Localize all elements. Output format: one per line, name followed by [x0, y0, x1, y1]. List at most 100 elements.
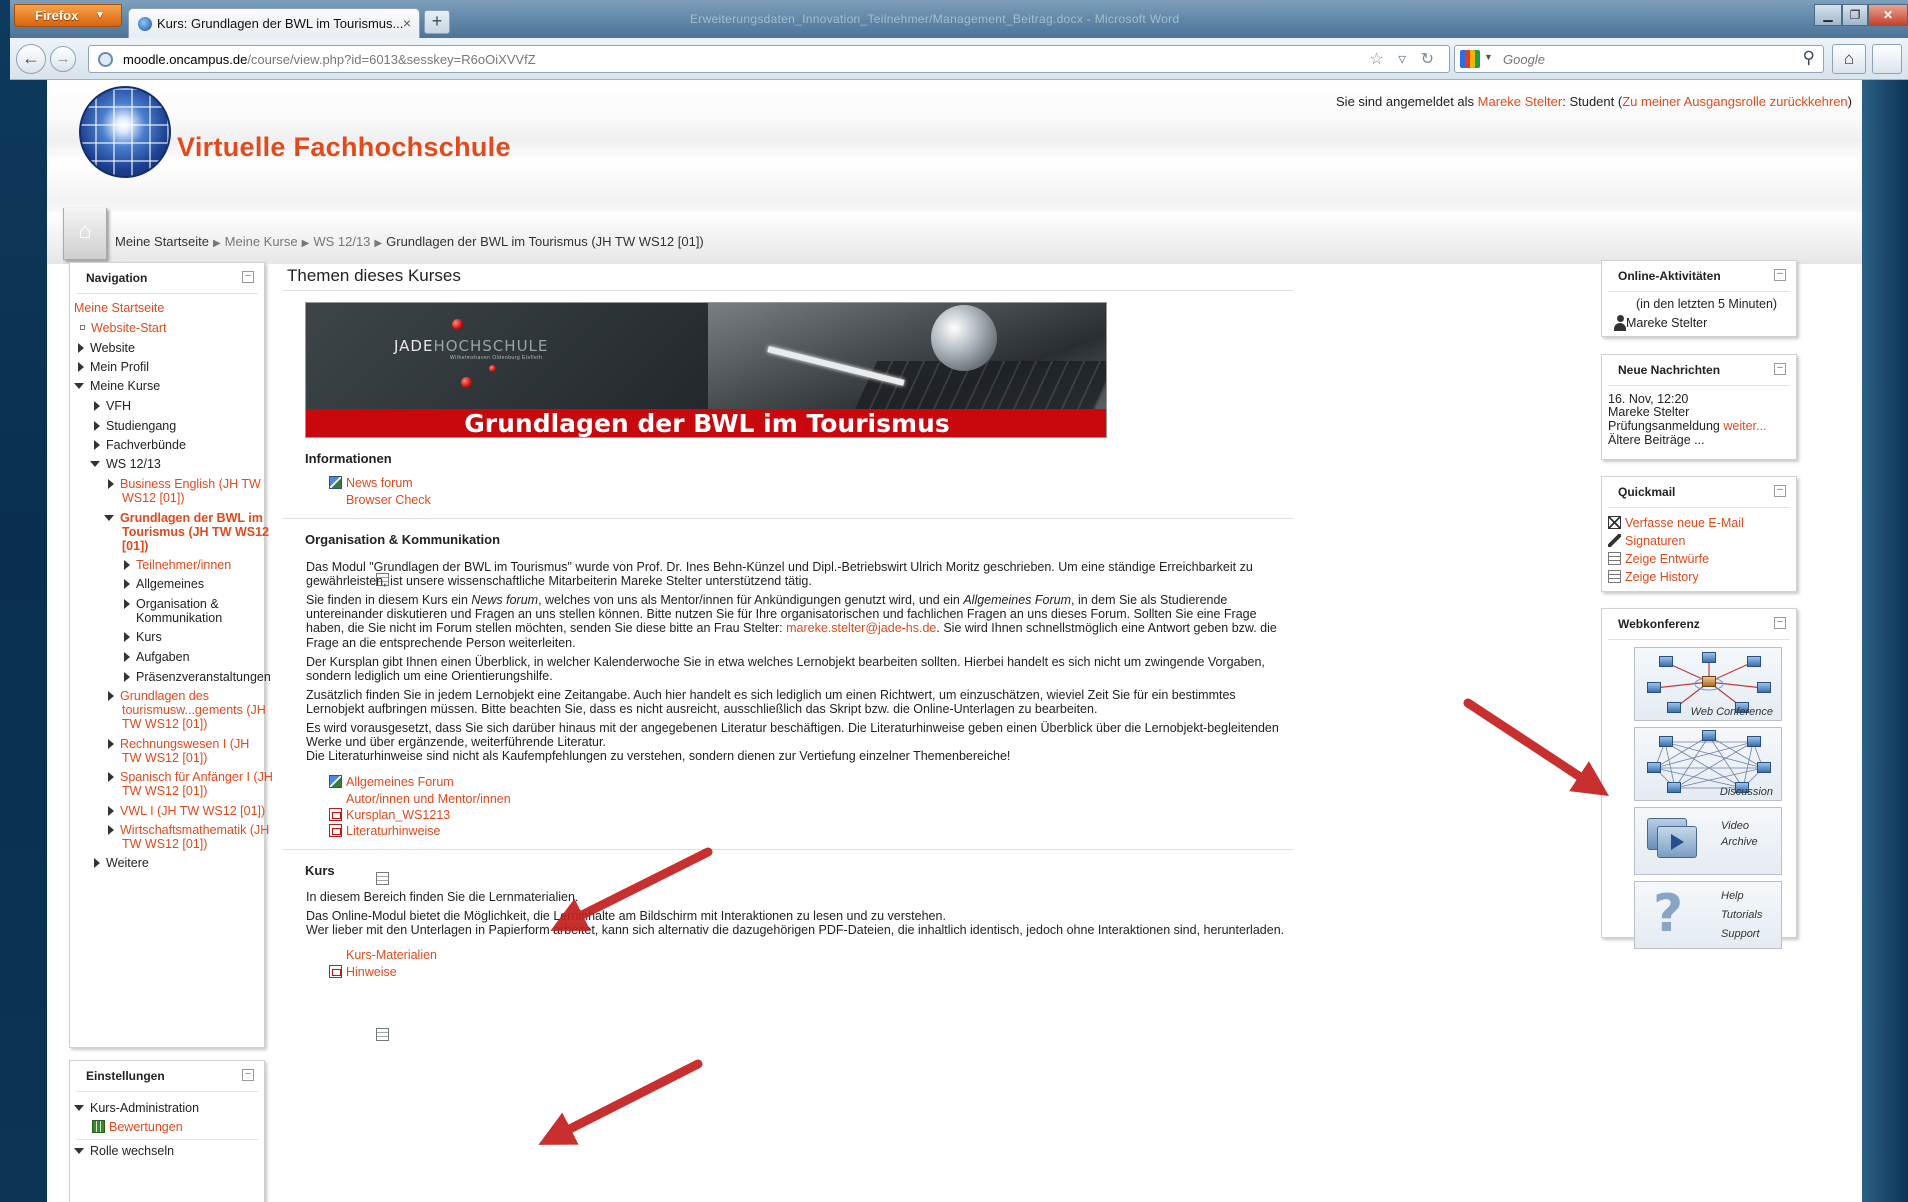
browser-check-link[interactable]: Browser Check [329, 493, 431, 586]
addon-button[interactable] [1872, 44, 1902, 74]
nav-profile[interactable]: Mein Profil [78, 360, 149, 375]
notes-link[interactable]: Hinweise [329, 965, 397, 980]
help-tile[interactable]: ? Help Tutorials Support [1634, 881, 1782, 949]
close-window-button[interactable]: ✕ [1868, 4, 1908, 26]
nav-weitere[interactable]: Weitere [94, 856, 149, 871]
collapse-icon[interactable]: – [1774, 485, 1786, 497]
nav-label-cont[interactable]: TW WS12 [01]) [122, 751, 207, 766]
nav-switch-role[interactable]: Rolle wechseln [74, 1144, 174, 1159]
computer-icon [1647, 762, 1661, 773]
nav-tourismus[interactable]: Grundlagen des [108, 689, 209, 704]
collapse-icon[interactable]: – [1774, 269, 1786, 281]
nav-label-cont[interactable]: TW WS12 [01]) [122, 837, 207, 852]
login-user-link[interactable]: Mareke Stelter [1478, 94, 1563, 109]
logo-globe-icon[interactable] [79, 86, 171, 178]
section-title-organisation: Organisation & Kommunikation [305, 532, 501, 547]
web-conference-tile[interactable]: Web Conference [1634, 647, 1782, 721]
nav-label-cont[interactable]: tourismusw...gements (JH [122, 703, 266, 718]
browser-tab[interactable]: Kurs: Grundlagen der BWL im Tourismus...… [128, 8, 420, 38]
expand-icon [94, 858, 100, 868]
expand-icon [108, 479, 114, 489]
maximize-button[interactable]: ❐ [1842, 4, 1868, 26]
forward-button[interactable]: → [50, 46, 76, 72]
nav-label-cont[interactable]: Tourismus (JH TW WS12 [122, 525, 269, 540]
search-icon[interactable]: ⚲ [1803, 48, 1815, 68]
older-posts-link[interactable]: Ältere Beiträge ... [1608, 433, 1705, 448]
site-title[interactable]: Virtuelle Fachhochschule [177, 132, 511, 163]
nav-wirtschaftsmathematik[interactable]: Wirtschaftsmathematik (JH [108, 823, 269, 838]
collapse-icon[interactable]: – [242, 1069, 254, 1081]
video-archive-tile[interactable]: Video Archive [1634, 807, 1782, 875]
discussion-tile[interactable]: Discussion [1634, 727, 1782, 801]
nav-kurs[interactable]: Kurs [124, 630, 162, 645]
title-bar: Firefox ▼ Kurs: Grundlagen der BWL im Tou… [10, 0, 1908, 38]
course-plan-link[interactable]: Kursplan_WS1213 [329, 808, 450, 823]
minimize-button[interactable]: ▁ [1814, 4, 1842, 26]
nav-grades[interactable]: Bewertungen [92, 1120, 183, 1135]
history-link[interactable]: Zeige History [1608, 570, 1699, 585]
search-bar[interactable]: ▼ Google ⚲ [1454, 45, 1824, 73]
nav-studiengang[interactable]: Studiengang [94, 419, 176, 434]
nav-label-cont[interactable]: [01]) [122, 539, 148, 554]
news-forum-link[interactable]: News forum [329, 476, 413, 491]
home-tab[interactable]: ⌂ [63, 208, 107, 260]
email-link[interactable]: mareke.stelter@jade-hs.de [786, 621, 936, 635]
expand-icon [108, 806, 114, 816]
support-label: Support [1721, 928, 1760, 940]
nav-participants[interactable]: Teilnehmer/innen [124, 558, 231, 573]
nav-current-course[interactable]: Grundlagen der BWL im [104, 511, 263, 526]
nav-label: WS 12/13 [106, 457, 161, 471]
breadcrumb-semester[interactable]: WS 12/13 [313, 234, 370, 249]
breadcrumb-home[interactable]: Meine Startseite [115, 234, 209, 249]
bookmark-star-icon[interactable]: ☆ ▿ ↻ [1369, 49, 1439, 69]
nav-organisation[interactable]: Organisation & [124, 597, 219, 612]
nav-label-cont[interactable]: Kommunikation [136, 611, 222, 626]
course-materials-link[interactable]: Kurs-Materialien [329, 948, 437, 1041]
banner-dot-icon [489, 365, 496, 372]
nav-course-admin[interactable]: Kurs-Administration [74, 1101, 199, 1116]
nav-fachverbuende[interactable]: Fachverbünde [94, 438, 186, 453]
nav-rechnungswesen[interactable]: Rechnungswesen I (JH [108, 737, 249, 752]
literature-link[interactable]: Literaturhinweise [329, 824, 441, 839]
firefox-menu-button[interactable]: Firefox ▼ [14, 4, 122, 27]
nav-label-cont[interactable]: TW WS12 [01]) [122, 784, 207, 799]
nav-spanisch[interactable]: Spanisch für Anfänger I (JH [108, 770, 273, 785]
nav-allgemeines[interactable]: Allgemeines [124, 577, 204, 592]
nav-home-link[interactable]: Meine Startseite [74, 301, 164, 316]
nav-website[interactable]: Website [78, 341, 135, 356]
nav-vwl[interactable]: VWL I (JH TW WS12 [01]) [108, 804, 265, 819]
nav-label-cont[interactable]: WS12 [01]) [122, 491, 185, 506]
expand-icon [124, 652, 130, 662]
return-role-link[interactable]: Zu meiner Ausgangsrolle zurückkehren [1622, 94, 1847, 109]
question-mark-icon: ? [1653, 884, 1684, 944]
online-user-link[interactable]: Mareke Stelter [1626, 316, 1707, 331]
drafts-link[interactable]: Zeige Entwürfe [1608, 552, 1709, 567]
home-button[interactable]: ⌂ [1832, 44, 1866, 74]
collapse-icon[interactable]: – [1774, 363, 1786, 375]
nav-label: VWL I (JH TW WS12 [01]) [120, 804, 266, 818]
nav-website-start[interactable]: Website-Start [80, 321, 167, 336]
resource-label: News forum [346, 476, 413, 490]
nav-business-english[interactable]: Business English (JH TW [108, 477, 261, 492]
authors-link[interactable]: Autor/innen und Mentor/innen [329, 792, 511, 885]
online-block-title: Online-Aktivitäten [1618, 269, 1721, 283]
nav-label-cont[interactable]: TW WS12 [01]) [122, 717, 207, 732]
collapse-icon[interactable]: – [1774, 617, 1786, 629]
nav-my-courses[interactable]: Meine Kurse [74, 379, 160, 394]
nav-aufgaben[interactable]: Aufgaben [124, 650, 190, 665]
collapse-icon[interactable]: – [242, 271, 254, 283]
nav-ws1213[interactable]: WS 12/13 [90, 457, 161, 472]
news-more-link[interactable]: weiter... [1723, 419, 1766, 433]
new-tab-button[interactable]: + [424, 10, 450, 34]
signatures-link[interactable]: Signaturen [1608, 534, 1685, 549]
address-bar[interactable]: moodle.oncampus.de/course/view.php?id=60… [88, 45, 1450, 73]
general-forum-link[interactable]: Allgemeines Forum [329, 775, 454, 790]
nav-vfh[interactable]: VFH [94, 399, 131, 414]
close-icon[interactable]: × [403, 15, 411, 31]
compose-mail-link[interactable]: Verfasse neue E-Mail [1608, 516, 1744, 531]
nav-praesenz[interactable]: Präsenzveranstaltungen [124, 670, 271, 685]
quickmail-label: Zeige History [1625, 570, 1699, 584]
quickmail-label: Zeige Entwürfe [1625, 552, 1710, 566]
breadcrumb-courses[interactable]: Meine Kurse [225, 234, 298, 249]
back-button[interactable]: ← [16, 44, 46, 74]
